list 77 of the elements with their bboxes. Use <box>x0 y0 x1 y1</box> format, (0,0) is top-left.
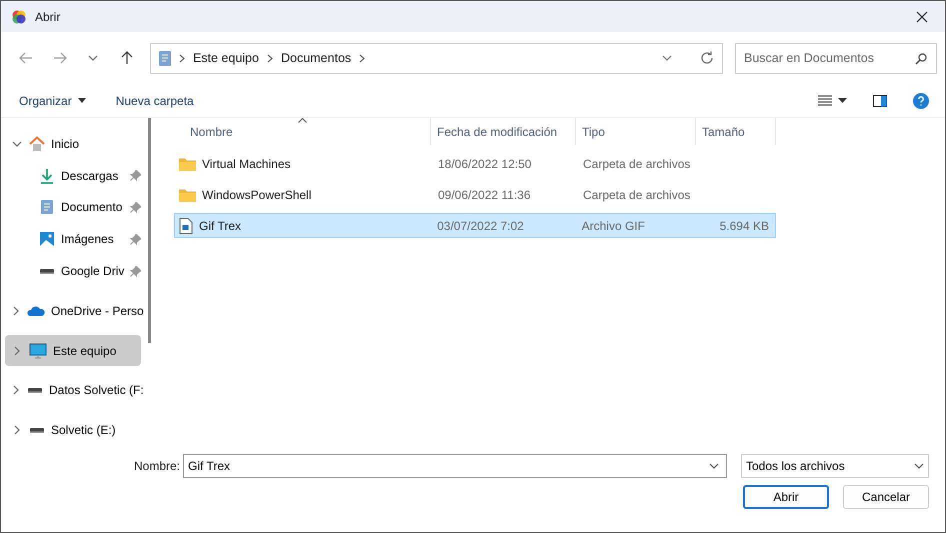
pin-icon[interactable] <box>130 234 141 245</box>
sidebar-item[interactable]: Imágenes <box>5 223 141 256</box>
table-cell-text: Archivo GIF <box>580 218 646 232</box>
drive-icon <box>40 268 54 274</box>
dropdown-icon[interactable] <box>662 55 672 61</box>
column-header[interactable]: Nombre <box>174 118 431 145</box>
refresh-icon[interactable] <box>700 51 714 65</box>
chevron-icon <box>266 54 273 62</box>
list-icon <box>818 95 832 106</box>
monitor-icon <box>29 342 47 359</box>
sidebar-item[interactable]: Google Driv <box>5 255 141 287</box>
chevron-down-icon <box>88 55 98 61</box>
sidebar-item[interactable]: OneDrive - Perso <box>5 294 141 327</box>
image-file-icon <box>179 218 193 234</box>
drive-icon <box>28 388 42 393</box>
column-header[interactable]: Tamaño <box>696 118 776 145</box>
table-cell-text: 18/06/2022 12:50 <box>437 156 532 170</box>
sort-up-icon <box>298 118 307 123</box>
table-cell-text: 5.694 KB <box>718 218 770 232</box>
sidebar-item[interactable]: Datos Solvetic (F: <box>5 374 141 406</box>
sidebar-item[interactable]: Descargas <box>5 160 141 192</box>
document-icon <box>39 199 55 216</box>
file-row[interactable]: Gif Trex 03/07/2022 7:02 Archivo GIF 5.694 KB <box>174 213 776 238</box>
pin-icon[interactable] <box>130 170 141 182</box>
breadcrumb[interactable]: Documentos <box>280 51 352 65</box>
file-type-dropdown[interactable]: Todos los archivos <box>741 454 929 478</box>
column-header[interactable]: Fecha de modificación <box>431 118 576 145</box>
table-cell-text: 09/06/2022 11:36 <box>437 188 532 202</box>
pin-icon[interactable] <box>130 202 141 213</box>
caret-icon <box>78 98 86 103</box>
cancel-button[interactable]: Cancelar <box>843 485 929 509</box>
dropdown-icon[interactable] <box>709 463 719 469</box>
forward-arrow-icon <box>52 52 67 64</box>
file-name: Gif Trex <box>199 218 242 232</box>
breadcrumb[interactable]: Este equipo <box>192 51 259 65</box>
file-row[interactable]: Virtual Machines 18/06/2022 12:50 Carpeta de archivos <box>174 151 776 176</box>
search-icon <box>915 52 928 64</box>
file-name: Virtual Machines <box>202 156 290 170</box>
expand-right-icon[interactable] <box>11 385 21 396</box>
caret-icon <box>838 98 847 103</box>
expand-right-icon[interactable] <box>11 306 21 316</box>
folder-icon <box>179 188 196 202</box>
window-title: Abrir <box>35 10 62 24</box>
help-icon <box>913 92 929 108</box>
search-field[interactable]: Buscar en Documentos <box>735 42 938 74</box>
document-icon <box>158 50 171 66</box>
chevron-icon <box>359 54 366 62</box>
close-icon <box>916 10 928 22</box>
table-cell-text: Carpeta de archivos <box>582 156 692 170</box>
open-button[interactable]: Abrir <box>743 485 829 509</box>
table-cell-text: Carpeta de archivos <box>582 188 692 202</box>
pin-icon[interactable] <box>130 266 142 277</box>
file-row[interactable]: WindowsPowerShell 09/06/2022 11:36 Carpeta de archivos <box>174 182 776 207</box>
sidebar-item[interactable]: Documento <box>5 192 141 224</box>
column-header[interactable]: Tipo <box>576 118 696 145</box>
up-arrow-icon <box>121 51 134 65</box>
new-folder-button[interactable]: Nueva carpeta <box>116 90 194 112</box>
app-icon <box>11 8 27 24</box>
folder-icon <box>179 156 196 170</box>
name-label: Nombre: <box>134 459 180 473</box>
back-arrow-icon <box>18 52 33 64</box>
sidebar-item[interactable]: Inicio <box>5 128 141 160</box>
chevron-down-icon <box>914 463 924 469</box>
download-icon <box>39 168 55 184</box>
file-name-field[interactable]: Gif Trex <box>183 454 727 478</box>
image-icon <box>39 231 55 248</box>
pane-icon <box>873 94 887 106</box>
drive-icon <box>30 428 44 433</box>
table-cell-text: 03/07/2022 7:02 <box>436 218 525 232</box>
organize-button[interactable]: Organizar <box>19 90 86 112</box>
sidebar-item[interactable]: Este equipo <box>5 334 141 366</box>
home-icon <box>29 136 45 152</box>
file-name: WindowsPowerShell <box>202 188 312 202</box>
sidebar-item[interactable]: Solvetic (E:) <box>5 414 141 446</box>
chevron-icon <box>178 54 185 62</box>
address-bar[interactable]: Este equipo Documentos <box>150 42 724 74</box>
expand-down-icon[interactable] <box>11 138 23 149</box>
